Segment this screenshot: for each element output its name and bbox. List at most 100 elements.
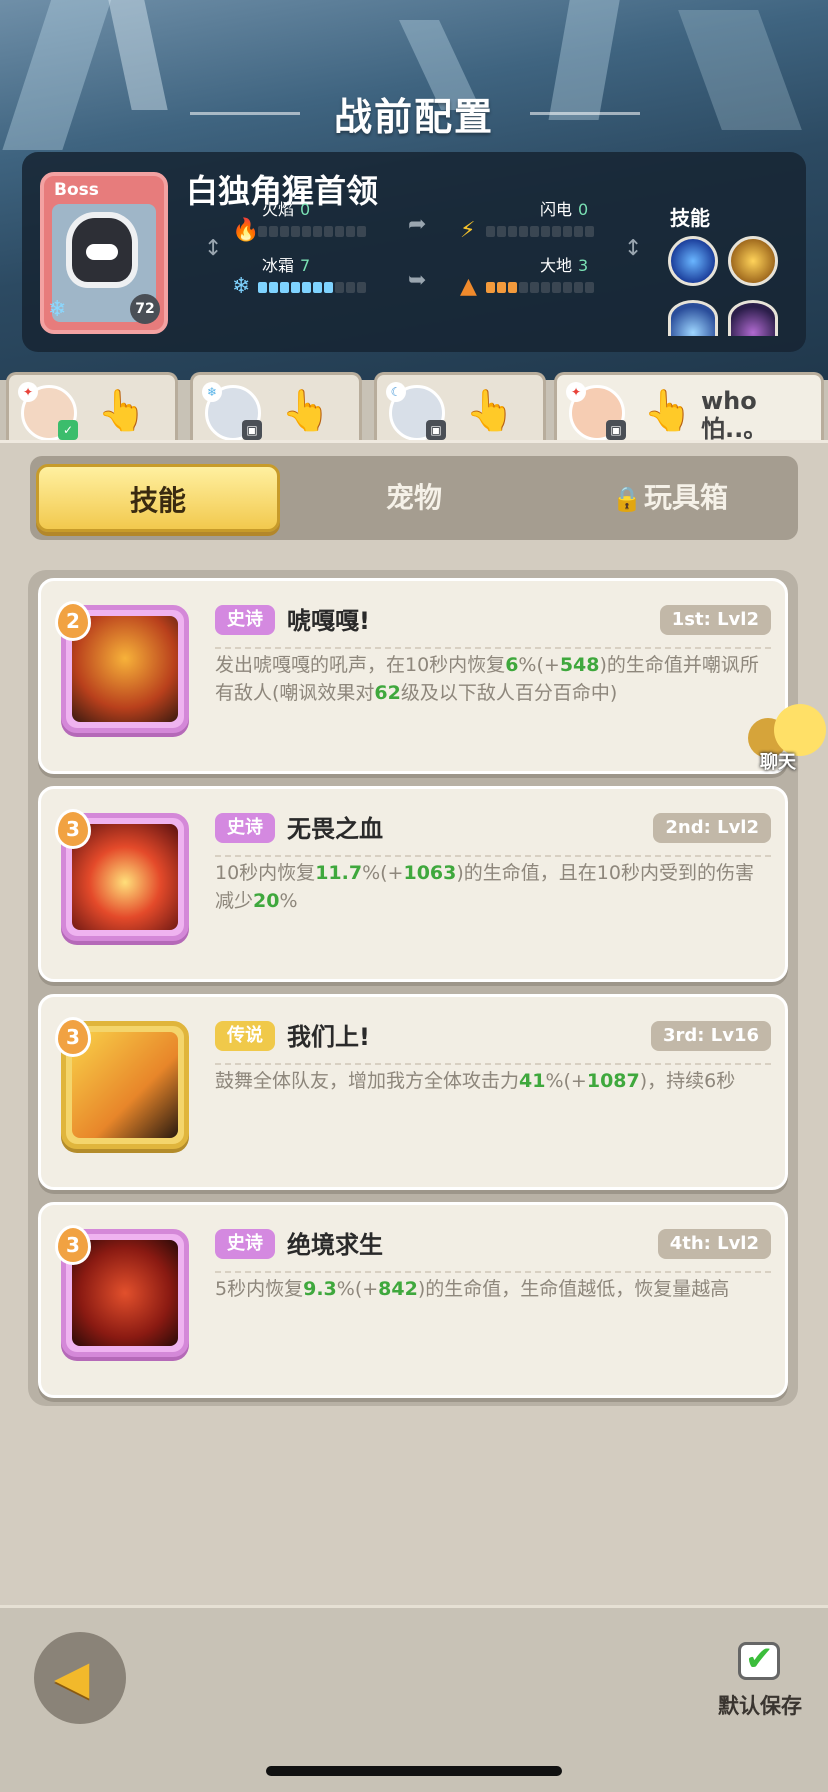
divider (215, 855, 771, 857)
fire-bar (258, 226, 366, 237)
fire-icon: ✦ (18, 382, 38, 402)
skill-description: 鼓舞全体队友，增加我方全体攻击力41%(+1087)，持续6秒 (215, 1067, 765, 1095)
stat-earth-label: 大地 (540, 256, 573, 275)
skill-slot-tag: 3rd: Lv16 (650, 1021, 771, 1051)
skill-name: 绝境求生 (287, 1231, 383, 1259)
hero-slot-3[interactable]: ☾ ▣ 👆 (374, 372, 546, 442)
checkbox[interactable]: ✔ (738, 1639, 780, 1680)
avatar: ✦ ✓ (18, 382, 78, 441)
back-arrow-icon: ◀ (54, 1650, 90, 1704)
stat-frost-label: 冰霜 (262, 256, 295, 275)
hero-slot-1[interactable]: ✦ ✓ 👆 (6, 372, 178, 442)
lightning-icon: ☾ (386, 382, 406, 402)
avatar: ☾ ▣ (386, 382, 446, 441)
pointing-hand-icon: 👆 (465, 388, 515, 434)
checkmark-icon: ✔ (745, 1639, 774, 1679)
skill-card[interactable]: 3 史诗 无畏之血 2nd: Lvl2 10秒内恢复11.7%(+1063)的生… (38, 786, 788, 982)
fire-icon: 🔥 (232, 218, 260, 243)
highlight-value: 62 (374, 682, 401, 704)
skill-level-badge: 3 (55, 1225, 91, 1265)
avatar: ❄ ▣ (202, 382, 262, 441)
skill-name: 我们上! (287, 1023, 370, 1051)
skill-level-badge: 2 (55, 601, 91, 641)
highlight-value: 1063 (403, 862, 457, 884)
earth-bar (486, 282, 594, 293)
highlight-value: 842 (378, 1278, 418, 1300)
save-label: 默认保存 (718, 1694, 802, 1718)
frost-icon: ❄ (202, 382, 222, 402)
fire-icon: ✦ (566, 382, 586, 402)
selected-badge-icon: ✓ (58, 420, 78, 440)
divider (215, 647, 771, 649)
rarity-badge: 史诗 (215, 1229, 275, 1259)
bottom-bar (0, 1605, 828, 1792)
home-indicator[interactable] (266, 1766, 562, 1776)
pointing-hand-icon: 👆 (97, 388, 147, 434)
skill-description: 5秒内恢复9.3%(+842)的生命值，生命值越低，恢复量越高 (215, 1275, 765, 1303)
skill-slot-tag: 2nd: Lvl2 (653, 813, 771, 843)
lock-icon: 🔒 (612, 485, 642, 513)
chat-button[interactable]: 聊天 (742, 700, 828, 780)
page-title: 战前配置 (333, 95, 494, 139)
skill-card[interactable]: 2 史诗 唬嘎嘎! 1st: Lvl2 发出唬嘎嘎的吼声，在10秒内恢复6%(+… (38, 578, 788, 774)
highlight-value: 11.7 (315, 862, 363, 884)
description-text: %(+ (362, 862, 404, 884)
tab-toybox-label: 玩具箱 (643, 481, 728, 514)
stat-fire-label: 火焰 (262, 200, 295, 219)
cycle-arrow-icon: ➦ (408, 212, 427, 237)
cycle-arrow-icon: ↕ (624, 236, 643, 261)
frost-orb-icon[interactable] (668, 300, 718, 336)
device-badge-icon: ▣ (242, 420, 262, 440)
tab-pets[interactable]: 宠物 (292, 464, 536, 532)
boss-level-badge: 72 (130, 294, 160, 324)
chat-label: 聊天 (760, 752, 796, 773)
divider (215, 1063, 771, 1065)
stat-lightning: ⚡ 闪电 0 (460, 196, 610, 246)
skill-name: 无畏之血 (287, 815, 383, 843)
tab-toybox[interactable]: 🔒玩具箱 (548, 464, 792, 532)
player-name: who怕..。 (701, 387, 768, 443)
device-badge-icon: ▣ (426, 420, 446, 440)
highlight-value: 548 (559, 654, 600, 676)
default-save-toggle[interactable]: ✔ 默认保存 (710, 1639, 810, 1720)
tab-skills[interactable]: 技能 (36, 464, 280, 532)
stat-lightning-label: 闪电 (540, 200, 573, 219)
boss-portrait-card[interactable]: Boss ❄ 72 (40, 172, 168, 334)
stat-lightning-value: 0 (578, 200, 589, 219)
hero-slot-4[interactable]: ✦ ▣ 👆 who怕..。 (554, 372, 824, 446)
description-text: )，持续6秒 (639, 1070, 736, 1092)
highlight-value: 41 (519, 1070, 546, 1092)
gold-burst-orb-icon[interactable] (728, 236, 778, 286)
skill-card[interactable]: 3 传说 我们上! 3rd: Lv16 鼓舞全体队友，增加我方全体攻击力41%(… (38, 994, 788, 1190)
cycle-arrow-icon: ↕ (204, 236, 223, 261)
mountain-icon: ▲ (460, 274, 477, 299)
description-text: )的生命值，生命值越低，恢复量越高 (417, 1278, 730, 1300)
description-text: 级及以下敌人百分百命中) (400, 682, 618, 704)
description-text: %(+ (518, 654, 560, 676)
lightning-icon: ⚡ (460, 218, 476, 243)
rarity-badge: 史诗 (215, 813, 275, 843)
skill-level-badge: 3 (55, 1017, 91, 1057)
stat-earth: ▲ 大地 3 (460, 252, 610, 302)
skill-card[interactable]: 3 史诗 绝境求生 4th: Lvl2 5秒内恢复9.3%(+842)的生命值，… (38, 1202, 788, 1398)
back-button[interactable]: ◀ (34, 1632, 126, 1724)
highlight-value: 20 (253, 890, 280, 912)
boss-face (86, 244, 118, 260)
snowflake-icon: ❄ (48, 297, 67, 322)
highlight-value: 9.3 (303, 1278, 337, 1300)
stat-earth-value: 3 (578, 256, 589, 275)
description-text: 发出唬嘎嘎的吼声，在10秒内恢复 (215, 654, 506, 676)
lightning-bar (486, 226, 594, 237)
boss-skills-label: 技能 (670, 206, 710, 230)
dark-orb-icon[interactable] (728, 300, 778, 336)
skill-list: 2 史诗 唬嘎嘎! 1st: Lvl2 发出唬嘎嘎的吼声，在10秒内恢复6%(+… (28, 570, 798, 1406)
blue-star-orb-icon[interactable] (668, 236, 718, 286)
frost-bar (258, 282, 366, 293)
rarity-badge: 传说 (215, 1021, 275, 1051)
yeti-boss-portrait (66, 212, 138, 288)
boss-info-panel: Boss ❄ 72 白独角猩首领 🔥 火焰 0 ➦ ⚡ 闪电 0 ↕ ↕ ❄ 冰霜 7… (22, 152, 806, 352)
description-text: 5秒内恢复 (215, 1278, 304, 1300)
pointing-hand-icon: 👆 (643, 388, 693, 434)
hero-slot-2[interactable]: ❄ ▣ 👆 (190, 372, 362, 442)
divider (215, 1271, 771, 1273)
